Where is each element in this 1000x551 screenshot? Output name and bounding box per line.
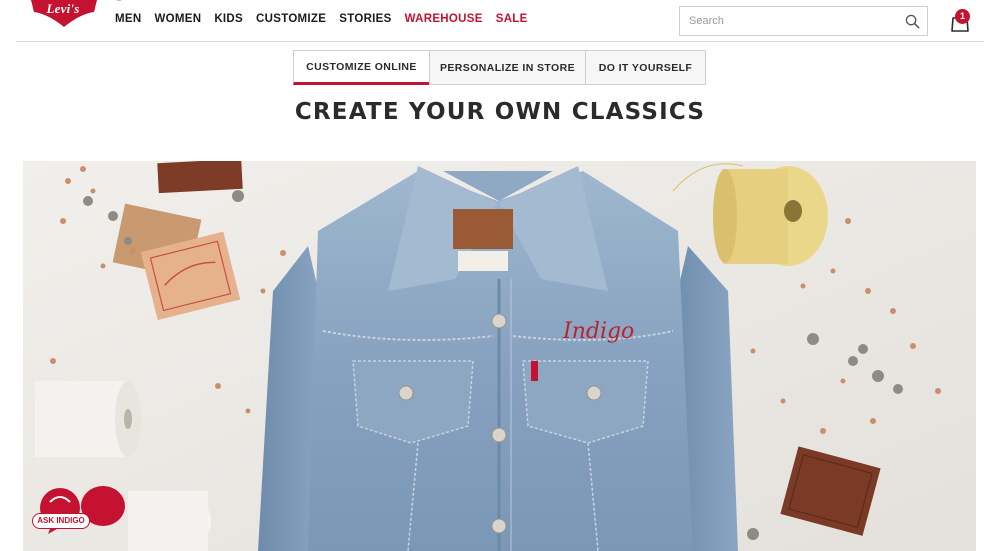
registered-mark: ® — [116, 0, 122, 3]
nav-item-stories[interactable]: STORIES — [339, 13, 391, 25]
ask-indigo-button[interactable]: ASK INDIGO — [32, 513, 90, 529]
cart-count-badge: 1 — [955, 9, 970, 24]
tab-customize-online[interactable]: CUSTOMIZE ONLINE — [293, 50, 430, 85]
main-nav: MEN WOMEN KIDS CUSTOMIZE STORIES WAREHOU… — [115, 13, 541, 25]
nav-item-kids[interactable]: KIDS — [214, 13, 243, 25]
site-header: Levi's ® MEN WOMEN KIDS CUSTOMIZE STORIE… — [0, 0, 1000, 42]
nav-item-warehouse[interactable]: WAREHOUSE — [405, 13, 483, 25]
header-divider — [16, 41, 984, 42]
hero-image: Indigo — [23, 161, 976, 551]
page-title: CREATE YOUR OWN CLASSICS — [294, 99, 706, 125]
embroidery-text: Indigo — [562, 319, 634, 344]
search-input[interactable] — [680, 7, 900, 35]
nav-item-women[interactable]: WOMEN — [154, 13, 201, 25]
denim-jacket-photo: Indigo — [23, 161, 976, 551]
customize-tabs: CUSTOMIZE ONLINE PERSONALIZE IN STORE DO… — [293, 50, 706, 85]
search-box — [679, 6, 928, 36]
chat-bubble-icon[interactable] — [30, 486, 90, 538]
nav-item-men[interactable]: MEN — [115, 13, 141, 25]
search-icon[interactable] — [905, 14, 920, 29]
tab-personalize-in-store[interactable]: PERSONALIZE IN STORE — [429, 50, 586, 85]
levis-logo[interactable]: Levi's ® — [30, 0, 122, 28]
nav-item-customize[interactable]: CUSTOMIZE — [256, 13, 326, 25]
tab-do-it-yourself[interactable]: DO IT YOURSELF — [585, 50, 706, 85]
nav-item-sale[interactable]: SALE — [496, 13, 528, 25]
logo-wordmark: Levi's — [46, 1, 80, 16]
